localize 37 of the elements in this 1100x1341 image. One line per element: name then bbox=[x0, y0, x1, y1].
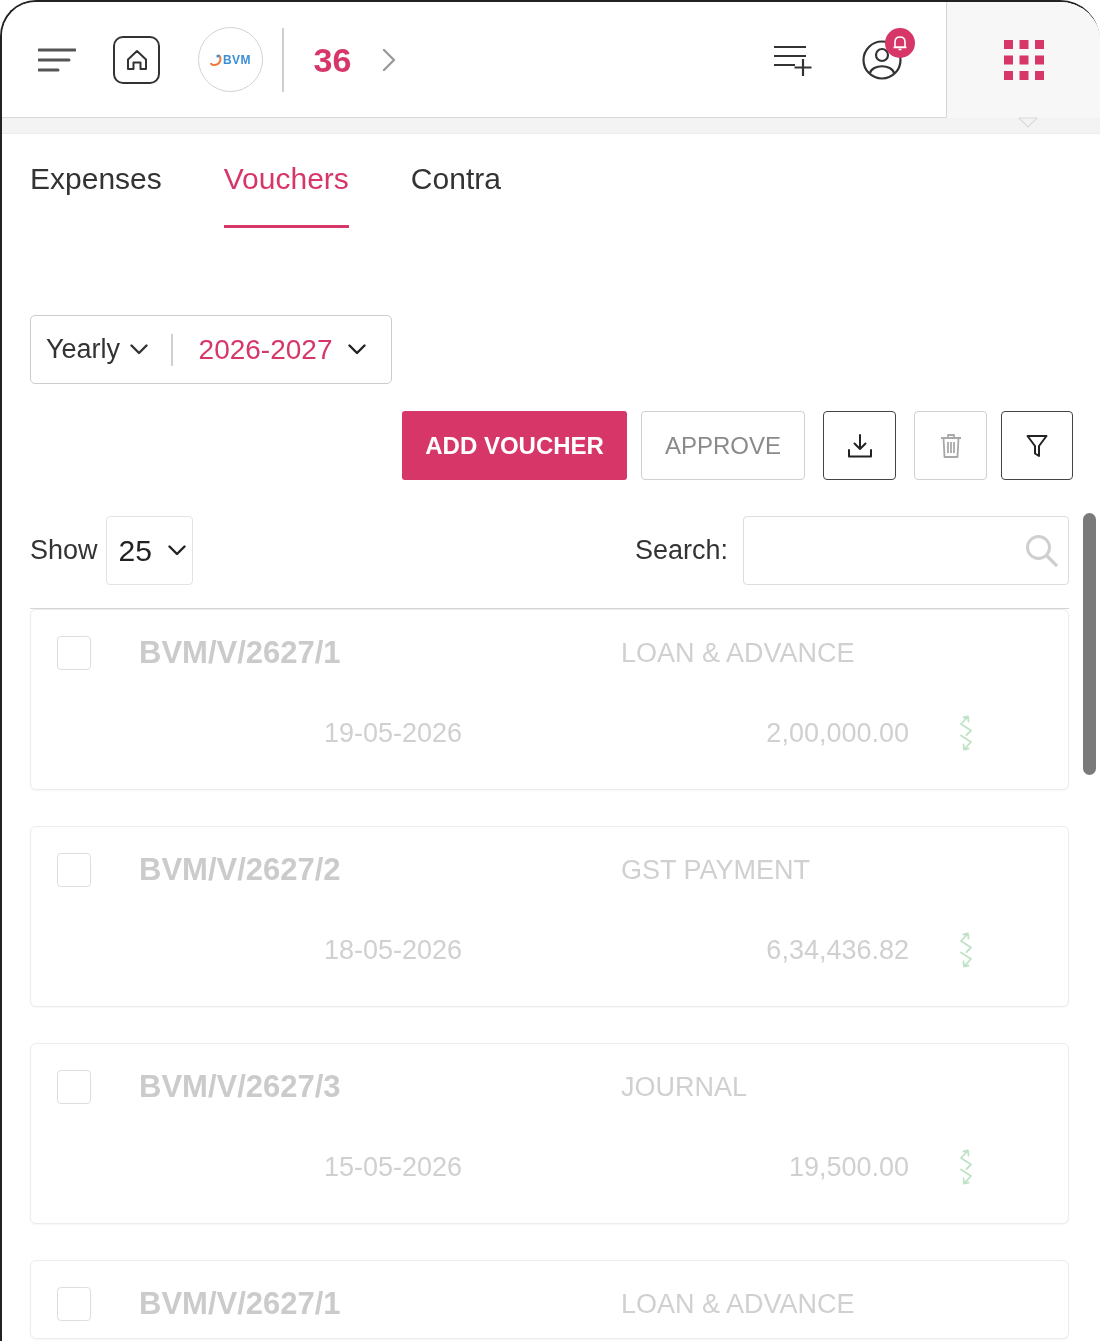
trash-icon bbox=[939, 432, 962, 459]
house-icon bbox=[124, 47, 149, 72]
show-label: Show bbox=[30, 535, 98, 566]
logo-swoosh-icon bbox=[209, 52, 222, 67]
chevron-down-icon bbox=[348, 344, 367, 355]
filter-button[interactable] bbox=[1001, 411, 1073, 480]
tab[interactable]: Vouchers bbox=[223, 161, 349, 228]
search-field[interactable] bbox=[743, 516, 1069, 585]
checkbox[interactable] bbox=[57, 1287, 91, 1321]
scrollbar-thumb[interactable] bbox=[1083, 513, 1096, 775]
checkbox[interactable] bbox=[57, 853, 91, 887]
tab[interactable]: Contra bbox=[410, 161, 501, 228]
download-button[interactable] bbox=[823, 411, 896, 480]
page-count: 36 bbox=[313, 42, 352, 77]
checkbox[interactable] bbox=[57, 1070, 91, 1104]
page-size-dropdown[interactable]: 25 bbox=[105, 516, 193, 585]
zigzag-arrows-icon bbox=[957, 715, 975, 751]
zigzag-arrows-icon bbox=[957, 1149, 975, 1185]
notification-bell-icon[interactable] bbox=[885, 27, 915, 58]
grid-icon[interactable] bbox=[1003, 39, 1044, 80]
user-avatar-icon[interactable] bbox=[862, 39, 902, 80]
tab[interactable]: Expenses bbox=[30, 161, 162, 228]
chevron-down-icon bbox=[167, 545, 186, 556]
chevron-down-icon bbox=[130, 344, 149, 355]
logo-text: BVM bbox=[222, 53, 252, 66]
download-icon bbox=[846, 432, 873, 459]
period-type-dropdown[interactable]: Yearly bbox=[46, 334, 149, 365]
search-label: Search: bbox=[634, 535, 728, 566]
home-button[interactable] bbox=[113, 35, 160, 84]
add-voucher-button[interactable]: ADD VOUCHER bbox=[402, 411, 627, 480]
zigzag-arrows-icon bbox=[957, 932, 975, 968]
filter-icon bbox=[1026, 433, 1048, 458]
checkbox[interactable] bbox=[57, 636, 91, 670]
financial-year-dropdown[interactable]: 2026-2027 bbox=[198, 333, 367, 366]
chevron-right-icon[interactable] bbox=[382, 47, 397, 72]
search-icon bbox=[1025, 534, 1058, 567]
menu-icon[interactable] bbox=[38, 47, 76, 72]
